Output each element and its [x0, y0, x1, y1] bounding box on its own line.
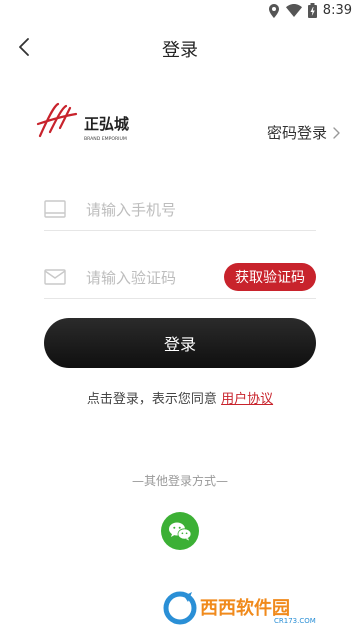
brand-logo: 正弘城 BRAND EMPORIUM: [36, 98, 156, 144]
svg-text:西西软件园: 西西软件园: [200, 597, 290, 619]
agreement-prefix: 点击登录，表示您同意: [86, 392, 222, 407]
envelope-icon: [44, 269, 66, 285]
login-button[interactable]: 登录: [44, 318, 316, 368]
status-bar: 8:39: [0, 0, 360, 24]
status-time: 8:39: [322, 3, 352, 18]
svg-text:CR173.COM: CR173.COM: [274, 617, 316, 625]
get-code-button[interactable]: 获取验证码: [224, 263, 316, 291]
user-agreement-link[interactable]: 用户协议: [221, 392, 273, 407]
password-login-label: 密码登录: [266, 124, 327, 142]
phone-field: [44, 190, 316, 231]
wifi-icon: [285, 4, 302, 17]
location-icon: [268, 3, 279, 18]
svg-text:BRAND EMPORIUM: BRAND EMPORIUM: [84, 136, 127, 142]
code-field: 获取验证码: [44, 258, 316, 299]
wechat-icon: [169, 522, 192, 541]
watermark-logo: 西西软件园 CR173.COM: [162, 590, 346, 626]
phone-icon: [44, 200, 66, 218]
top-bar: 登录: [0, 24, 360, 70]
page-title: 登录: [162, 40, 198, 61]
svg-text:正弘城: 正弘城: [84, 115, 129, 133]
agreement-text: 点击登录，表示您同意 用户协议: [0, 388, 360, 407]
other-login-label: —其他登录方式—: [131, 474, 228, 488]
password-login-link[interactable]: 密码登录: [267, 122, 340, 143]
status-icons: 8:39: [268, 3, 352, 18]
phone-input[interactable]: [84, 194, 258, 226]
battery-icon: [307, 3, 317, 18]
wechat-login-button[interactable]: [161, 512, 199, 550]
chevron-right-icon: [333, 126, 340, 139]
